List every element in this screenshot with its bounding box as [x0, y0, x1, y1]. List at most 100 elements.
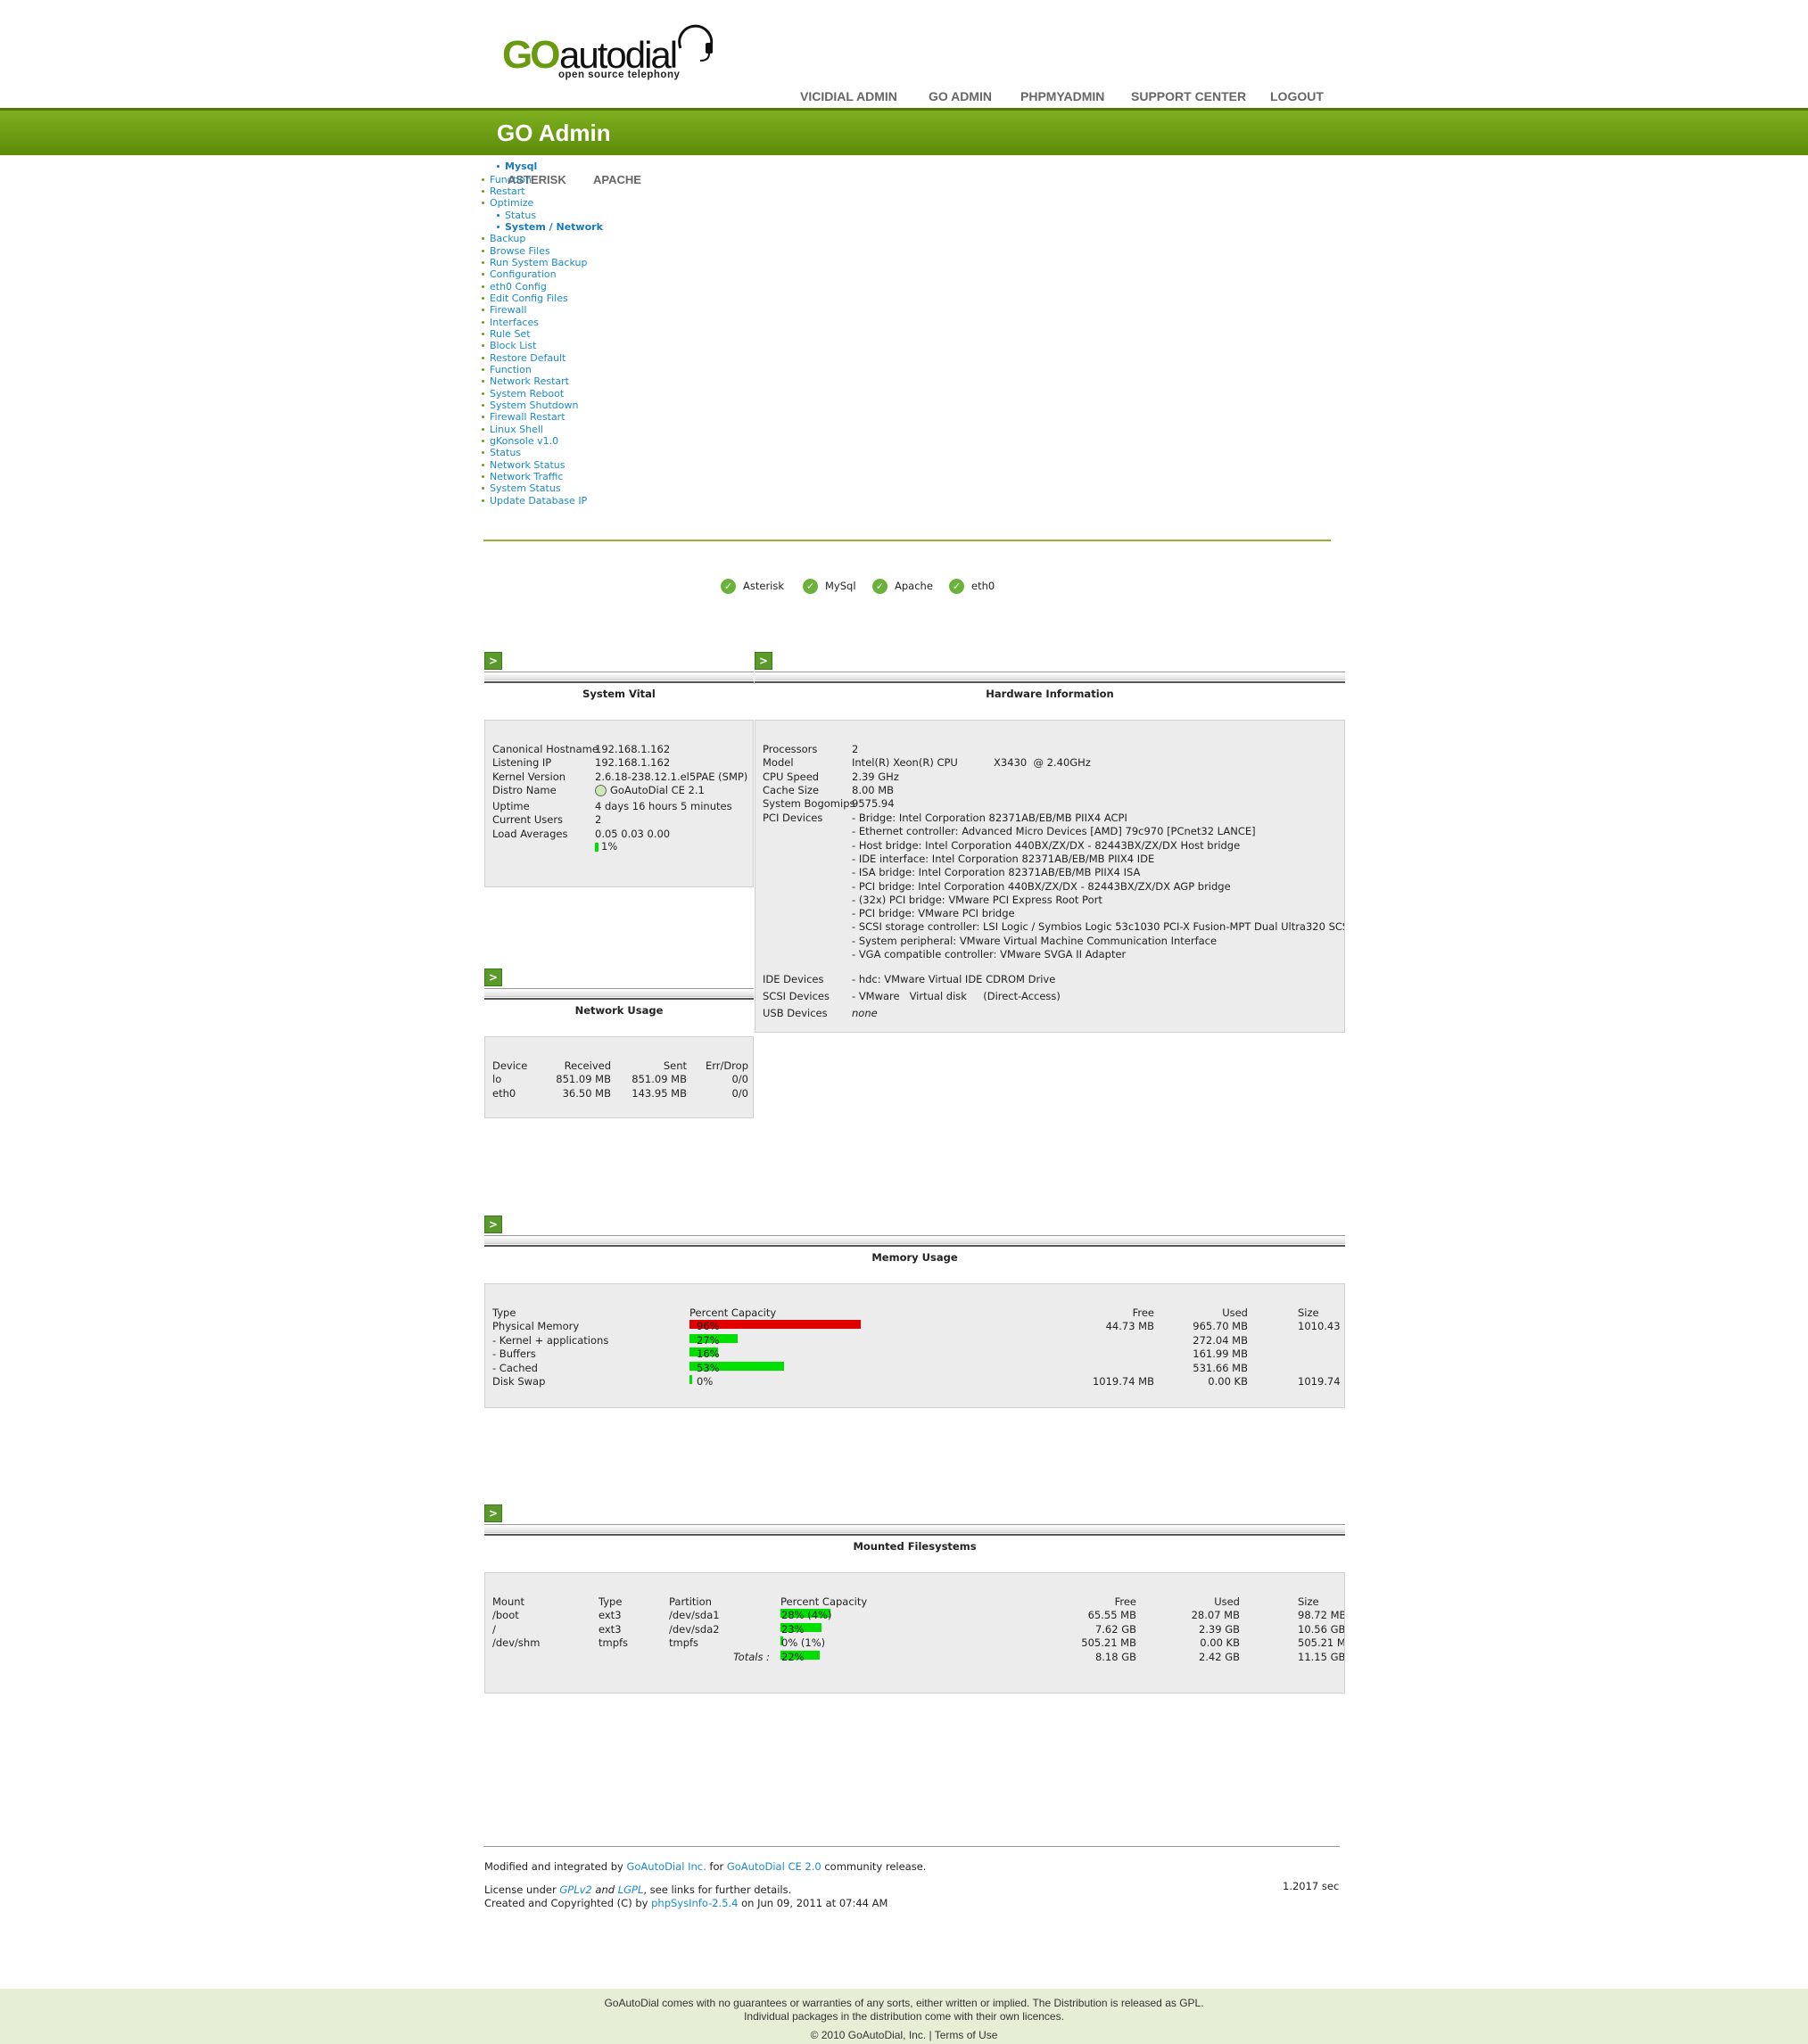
menu-item-link[interactable]: Mysql — [505, 161, 537, 172]
phpsysinfo-link[interactable]: phpSysInfo-2.5.4 — [651, 1897, 738, 1909]
mem-used: 965.70 MB — [1193, 1320, 1248, 1332]
menu-item[interactable]: Rule Set — [482, 328, 531, 340]
menu-item[interactable]: Update Database IP — [481, 495, 587, 507]
menu-item-link[interactable]: System Reboot — [490, 388, 564, 400]
menu-item[interactable]: Function — [482, 174, 532, 185]
menu-item[interactable]: Mysql — [496, 161, 537, 172]
service-asterisk: ✓ Asterisk — [721, 579, 784, 594]
menu-item-link[interactable]: Status — [490, 447, 521, 458]
menu-item-link[interactable]: Linux Shell — [490, 424, 543, 435]
fs-pct: 0% (1%) — [781, 1636, 826, 1649]
expand-arrow-icon[interactable]: > — [484, 1216, 502, 1233]
hw-label: SCSI Devices — [763, 990, 830, 1002]
net-cell: eth0 — [492, 1086, 516, 1100]
menu-item-link[interactable]: Run System Backup — [490, 257, 587, 268]
menu-item-link[interactable]: Firewall Restart — [490, 411, 566, 423]
service-eth0: ✓ eth0 — [949, 579, 995, 594]
menu-item-link[interactable]: Function — [490, 174, 532, 185]
menu-item-link[interactable]: Optimize — [490, 197, 533, 209]
menu-item[interactable]: System / Network — [497, 221, 603, 233]
menu-item[interactable]: gKonsole v1.0 — [481, 435, 558, 447]
filesystems-title: Mounted Filesystems — [853, 1540, 977, 1553]
menu-item-link[interactable]: eth0 Config — [490, 281, 547, 293]
menu-item-link[interactable]: Network Status — [490, 459, 565, 471]
nav-phpmyadmin[interactable]: PHPMYADMIN — [1020, 89, 1104, 103]
menu-item-link[interactable]: Update Database IP — [490, 495, 587, 507]
menu-item[interactable]: Interfaces — [482, 317, 539, 328]
menu-item-link[interactable]: Edit Config Files — [490, 293, 568, 304]
menu-item-link[interactable]: System Shutdown — [490, 400, 578, 411]
menu-item-link[interactable]: Status — [505, 210, 536, 221]
menu-item[interactable]: Edit Config Files — [482, 293, 568, 304]
top-navigation: VICIDIAL ADMIN GO ADMIN PHPMYADMIN SUPPO… — [0, 89, 1808, 103]
fs-free: 505.21 MB — [1081, 1636, 1136, 1649]
menu-item-link[interactable]: Block List — [490, 340, 536, 351]
fs-partition: /dev/sda1 — [669, 1609, 720, 1621]
menu-item[interactable]: Function — [482, 364, 532, 375]
hw-label: PCI Devices — [763, 812, 823, 824]
goautodial-ce-link[interactable]: GoAutoDial CE 2.0 — [727, 1860, 821, 1873]
menu-item-link[interactable]: System / Network — [505, 221, 603, 233]
expand-arrow-icon[interactable]: > — [484, 652, 502, 670]
hardware-info-panel: > Hardware Information Processors 2 Model I… — [755, 652, 1345, 1033]
vital-value: GoAutoDial CE 2.1 — [595, 784, 705, 798]
lgpl-link[interactable]: LGPL — [618, 1883, 644, 1896]
menu-item[interactable]: Restore Default — [481, 352, 566, 364]
menu-item[interactable]: Backup — [481, 233, 525, 244]
net-header: Device — [492, 1059, 528, 1072]
menu-item[interactable]: Restart — [482, 185, 525, 197]
menu-item[interactable]: Optimize — [481, 197, 533, 209]
expand-arrow-icon[interactable]: > — [484, 968, 502, 986]
menu-item[interactable]: Block List — [481, 340, 536, 351]
fs-totals-label: Totals : — [733, 1650, 770, 1663]
mem-header: Free — [1132, 1306, 1154, 1319]
menu-item-link[interactable]: Browse Files — [490, 245, 550, 257]
menu-item[interactable]: Linux Shell — [482, 424, 543, 435]
menu-item-link[interactable]: Firewall — [490, 304, 526, 316]
menu-item-link[interactable]: Network Restart — [490, 375, 569, 387]
net-cell: lo — [492, 1073, 502, 1085]
menu-item[interactable]: Firewall Restart — [482, 411, 566, 423]
bottom-disclaimer: GoAutoDial comes with no guarantees or w… — [0, 1989, 1808, 2044]
menu-item-link[interactable]: Configuration — [490, 268, 557, 280]
menu-item[interactable]: Network Restart — [482, 375, 569, 387]
menu-item[interactable]: Browse Files — [482, 245, 550, 257]
menu-item[interactable]: Firewall — [481, 304, 526, 316]
menu-item[interactable]: Configuration — [482, 268, 557, 280]
nav-logout[interactable]: LOGOUT — [1270, 89, 1324, 103]
nav-vicidial-admin[interactable]: VICIDIAL ADMIN — [800, 89, 897, 103]
menu-item-link[interactable]: Function — [490, 364, 532, 375]
nav-support-center[interactable]: SUPPORT CENTER — [1131, 89, 1246, 103]
menu-item[interactable]: Run System Backup — [481, 257, 587, 268]
menu-item-link[interactable]: Backup — [490, 233, 525, 244]
menu-item[interactable]: Network Traffic — [481, 471, 563, 482]
menu-item[interactable]: System Reboot — [481, 388, 564, 400]
menu-item[interactable]: System Status — [482, 482, 561, 494]
menu-header-apache[interactable]: APACHE — [593, 173, 641, 186]
goautodial-inc-link[interactable]: GoAutoDial Inc. — [626, 1860, 706, 1873]
expand-arrow-icon[interactable]: > — [755, 652, 772, 670]
menu-item-link[interactable]: Network Traffic — [490, 471, 563, 482]
vital-label: Listening IP — [492, 756, 552, 769]
menu-item[interactable]: Status — [481, 447, 521, 458]
menu-item-link[interactable]: System Status — [490, 482, 561, 494]
menu-item-link[interactable]: Interfaces — [490, 317, 539, 328]
net-cell: 0/0 — [731, 1073, 748, 1085]
menu-item[interactable]: Network Status — [481, 459, 565, 471]
expand-arrow-icon[interactable]: > — [484, 1504, 502, 1522]
goautodial-logo[interactable]: GO autodial open source telephony — [502, 20, 725, 86]
net-cell: 36.50 MB — [562, 1086, 611, 1100]
menu-item[interactable]: Status — [496, 210, 536, 221]
panel-header-bar — [484, 1524, 1345, 1533]
menu-item[interactable]: eth0 Config — [482, 281, 547, 293]
nav-go-admin[interactable]: GO ADMIN — [929, 89, 992, 103]
vital-label: Kernel Version — [492, 771, 566, 783]
fs-used: 2.42 GB — [1198, 1650, 1240, 1663]
menu-item[interactable]: System Shutdown — [481, 400, 578, 411]
gplv2-link[interactable]: GPLv2 — [559, 1883, 591, 1896]
menu-item-link[interactable]: Restore Default — [490, 352, 566, 364]
menu-item-link[interactable]: Restart — [490, 185, 525, 197]
menu-item-link[interactable]: Rule Set — [490, 328, 531, 340]
mem-free: 1019.74 MB — [1092, 1375, 1154, 1388]
menu-item-link[interactable]: gKonsole v1.0 — [490, 435, 558, 447]
